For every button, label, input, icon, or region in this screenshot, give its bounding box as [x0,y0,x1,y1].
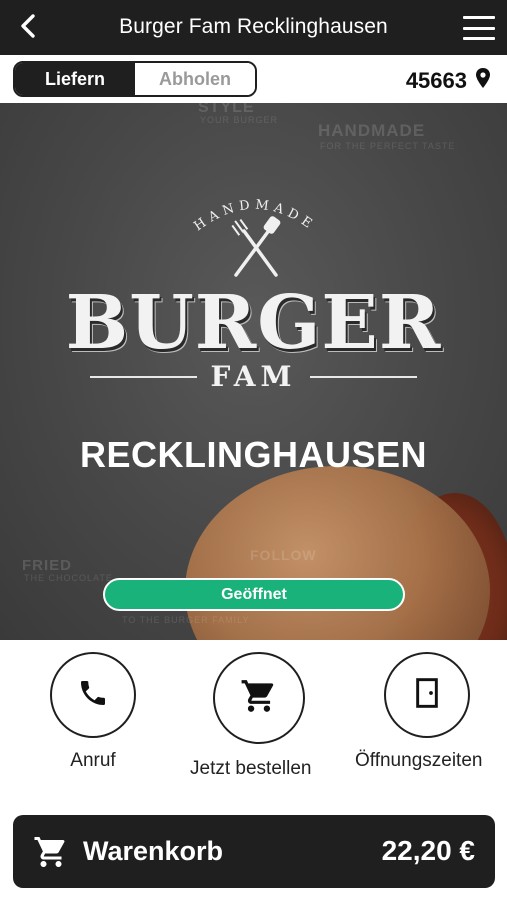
hamburger-menu-icon[interactable] [461,13,497,43]
open-status-badge: Geöffnet [103,578,405,611]
opening-hours-label: Öffnungszeiten [355,750,483,771]
chalk-decoration: YOUR BURGER [200,115,279,125]
app-header: Burger Fam Recklinghausen [0,0,507,55]
shopping-cart-icon [240,677,278,720]
cart-total: 22,20 € [381,835,475,866]
order-now-button[interactable]: Jetzt bestellen [190,652,311,780]
quick-actions: Anruf Jetzt bestellen Öffnungszeiten [0,640,507,800]
logo-burger-text: BURGER [65,280,442,366]
shopping-cart-icon [33,834,69,870]
tab-delivery[interactable]: Liefern [15,63,135,95]
chalk-decoration: FOLLOW [250,547,317,563]
zip-code: 45663 [405,68,467,93]
zip-code-selector[interactable]: 45663 [406,67,491,95]
door-icon [415,677,439,714]
burger-photo-bun [185,466,490,640]
call-button[interactable]: Anruf [50,652,136,772]
page-title: Burger Fam Recklinghausen [119,15,388,38]
call-label: Anruf [70,750,116,771]
divider [310,375,417,378]
order-now-label: Jetzt bestellen [190,758,312,779]
call-button-circle [50,652,136,738]
tab-pickup[interactable]: Abholen [135,63,255,95]
order-options-bar: Liefern Abholen 45663 [0,55,507,103]
cart-button[interactable]: Warenkorb 22,20 € [13,815,495,888]
divider [90,375,197,378]
opening-hours-button-circle [383,652,470,738]
chalk-decoration: THE CHOCOLATE [24,573,113,583]
logo-fam-text: FAM [210,360,297,393]
phone-icon [77,677,109,714]
back-button[interactable] [12,12,44,44]
chevron-left-icon [19,13,37,44]
order-now-button-circle [213,652,306,744]
chalk-decoration: HANDMADE [318,121,426,140]
map-pin-icon [475,67,491,95]
chalk-decoration: FOR THE PERFECT TASTE [320,141,456,151]
opening-hours-button[interactable]: Öffnungszeiten [355,652,482,772]
cart-label: Warenkorb [83,836,224,866]
chalk-decoration: TO THE BURGER FAMILY [122,615,250,625]
order-mode-toggle: Liefern Abholen [13,61,257,97]
chalk-decoration: FRIED [22,557,72,574]
logo-fam-row: FAM [90,360,417,393]
restaurant-city: RECKLINGHAUSEN [79,434,427,475]
grill-utensils-icon [231,216,281,277]
